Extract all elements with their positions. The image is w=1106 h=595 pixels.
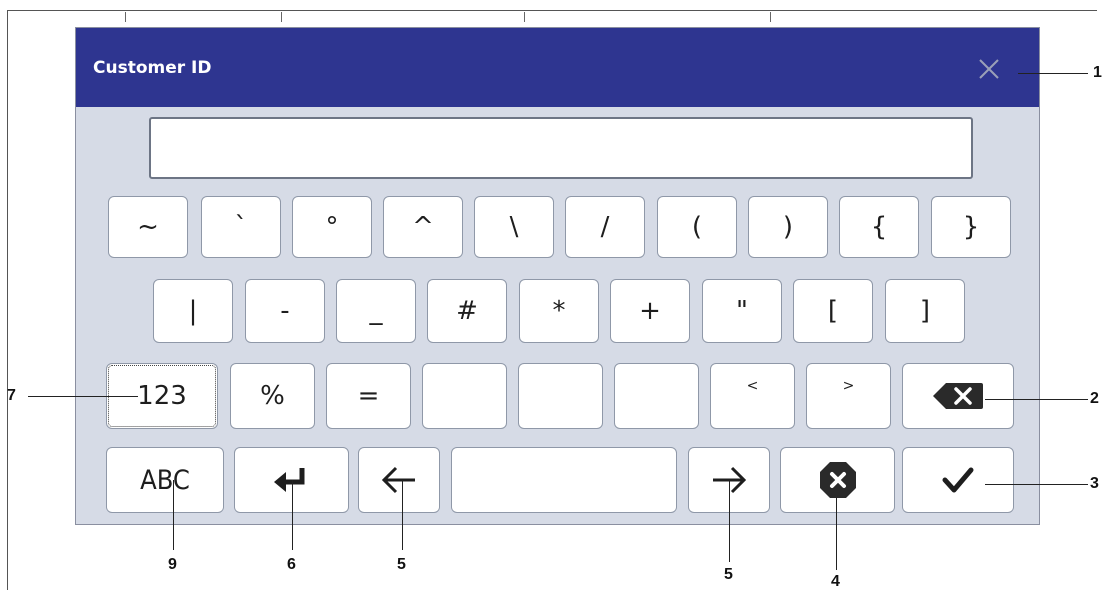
key-caret[interactable]: ^ bbox=[383, 196, 463, 258]
key-plus[interactable]: + bbox=[610, 279, 690, 343]
callout-3: 3 bbox=[1090, 475, 1099, 492]
arrow-left-icon bbox=[381, 466, 415, 494]
customer-id-dialog: Customer ID ~ ` ° ^ \ / ( ) { } | - _ # … bbox=[75, 27, 1040, 525]
callout-line-9 bbox=[173, 480, 174, 550]
customer-id-input[interactable] bbox=[149, 117, 973, 179]
callout-line-7 bbox=[28, 396, 138, 397]
key-greater-than[interactable]: > bbox=[806, 363, 891, 429]
key-hyphen[interactable]: - bbox=[245, 279, 325, 343]
clear-icon bbox=[819, 462, 856, 498]
key-close-paren[interactable]: ) bbox=[748, 196, 828, 258]
key-double-quote[interactable]: " bbox=[702, 279, 782, 343]
callout-line-1 bbox=[1018, 73, 1088, 74]
callout-9: 9 bbox=[168, 556, 177, 573]
key-underscore[interactable]: _ bbox=[336, 279, 416, 343]
key-less-than[interactable]: < bbox=[710, 363, 795, 429]
callout-5a: 5 bbox=[397, 556, 406, 573]
background-tick bbox=[125, 12, 126, 22]
key-blank-2[interactable] bbox=[518, 363, 603, 429]
callout-line-6 bbox=[292, 480, 293, 550]
close-icon[interactable] bbox=[974, 54, 1004, 84]
key-asterisk[interactable]: * bbox=[519, 279, 599, 343]
key-pipe[interactable]: | bbox=[153, 279, 233, 343]
backspace-icon bbox=[933, 383, 983, 409]
key-open-bracket[interactable]: [ bbox=[793, 279, 873, 343]
key-percent[interactable]: % bbox=[230, 363, 315, 429]
dialog-title: Customer ID bbox=[93, 58, 212, 78]
key-degree[interactable]: ° bbox=[292, 196, 372, 258]
space-key[interactable] bbox=[451, 447, 677, 513]
checkmark-icon bbox=[942, 467, 974, 493]
key-backtick[interactable]: ` bbox=[201, 196, 281, 258]
callout-line-4 bbox=[836, 498, 837, 570]
callout-5b: 5 bbox=[724, 566, 733, 583]
key-slash[interactable]: / bbox=[565, 196, 645, 258]
key-equals[interactable]: = bbox=[326, 363, 411, 429]
callout-1: 1 bbox=[1093, 64, 1102, 81]
key-open-paren[interactable]: ( bbox=[657, 196, 737, 258]
callout-line-5b bbox=[729, 480, 730, 562]
key-close-brace[interactable]: } bbox=[931, 196, 1011, 258]
key-open-brace[interactable]: { bbox=[839, 196, 919, 258]
callout-4: 4 bbox=[831, 573, 840, 590]
abc-mode-key[interactable]: ABC bbox=[106, 447, 224, 513]
clear-button[interactable] bbox=[780, 447, 895, 513]
callout-line-5a bbox=[402, 480, 403, 550]
key-blank-1[interactable] bbox=[422, 363, 507, 429]
confirm-button[interactable] bbox=[902, 447, 1014, 513]
key-hash[interactable]: # bbox=[427, 279, 507, 343]
callout-6: 6 bbox=[287, 556, 296, 573]
background-tick bbox=[770, 12, 771, 22]
backspace-button[interactable] bbox=[902, 363, 1014, 429]
key-backslash[interactable]: \ bbox=[474, 196, 554, 258]
background-tick bbox=[281, 12, 282, 22]
key-blank-3[interactable] bbox=[614, 363, 699, 429]
dialog-titlebar: Customer ID bbox=[76, 28, 1039, 107]
callout-line-3 bbox=[985, 484, 1088, 485]
cursor-left-button[interactable] bbox=[358, 447, 440, 513]
background-tick bbox=[524, 12, 525, 22]
callout-2: 2 bbox=[1090, 390, 1099, 407]
callout-line-2 bbox=[985, 399, 1088, 400]
callout-7: 7 bbox=[7, 387, 16, 404]
key-close-bracket[interactable]: ] bbox=[885, 279, 965, 343]
key-tilde[interactable]: ~ bbox=[108, 196, 188, 258]
